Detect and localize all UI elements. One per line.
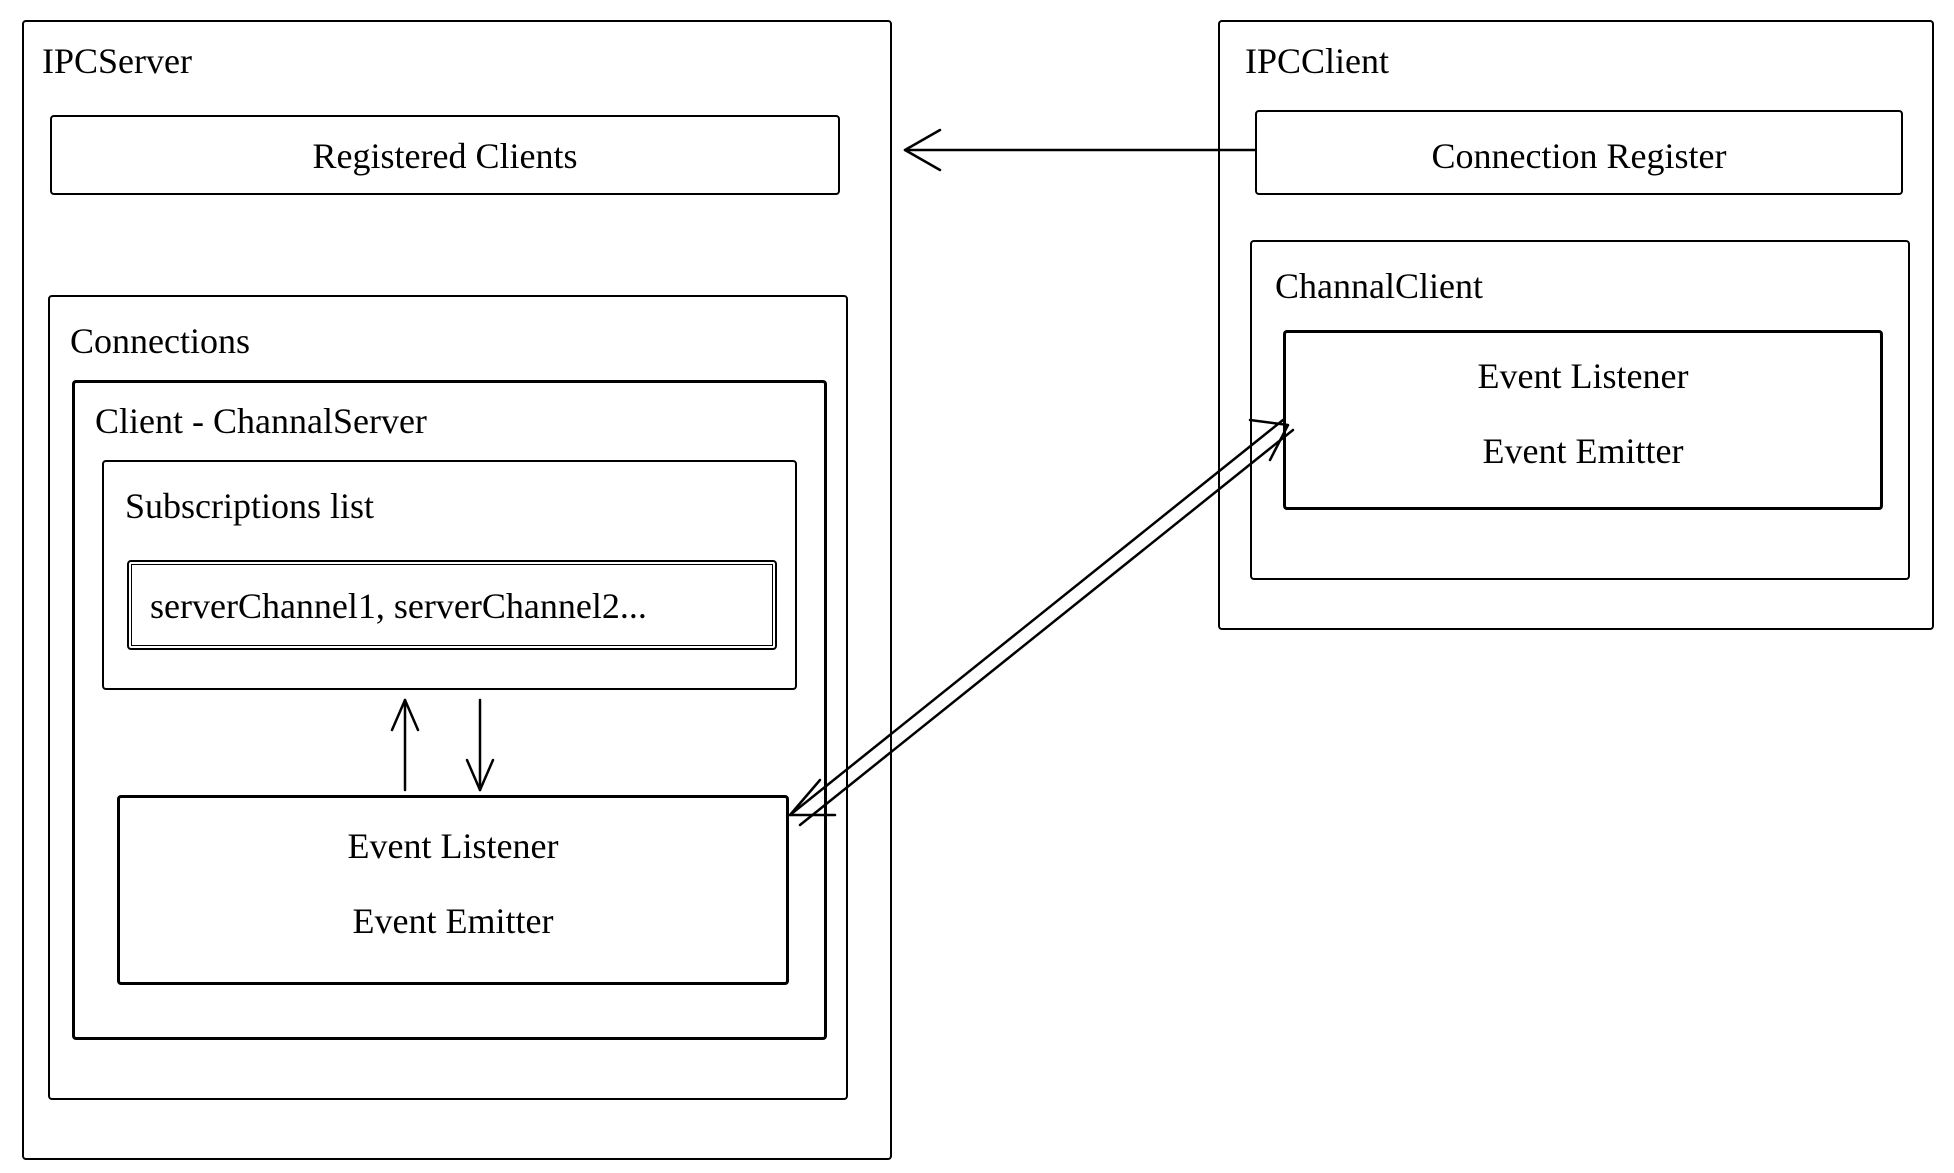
- channel-server-title: Client - ChannalServer: [95, 400, 427, 442]
- ipc-client-title: IPCClient: [1245, 40, 1389, 82]
- arrow-client-to-server-register: [905, 130, 1255, 170]
- server-event-emitter: Event Emitter: [117, 900, 789, 942]
- registered-clients-label: Registered Clients: [50, 135, 840, 177]
- server-events-box: [117, 795, 789, 985]
- subscriptions-title: Subscriptions list: [125, 485, 374, 527]
- connections-title: Connections: [70, 320, 250, 362]
- ipc-server-title: IPCServer: [42, 40, 192, 82]
- client-event-emitter: Event Emitter: [1283, 430, 1883, 472]
- server-event-listener: Event Listener: [117, 825, 789, 867]
- client-event-listener: Event Listener: [1283, 355, 1883, 397]
- connection-register-label: Connection Register: [1255, 135, 1903, 177]
- subscriptions-content: serverChannel1, serverChannel2...: [150, 585, 647, 627]
- channel-client-title: ChannalClient: [1275, 265, 1483, 307]
